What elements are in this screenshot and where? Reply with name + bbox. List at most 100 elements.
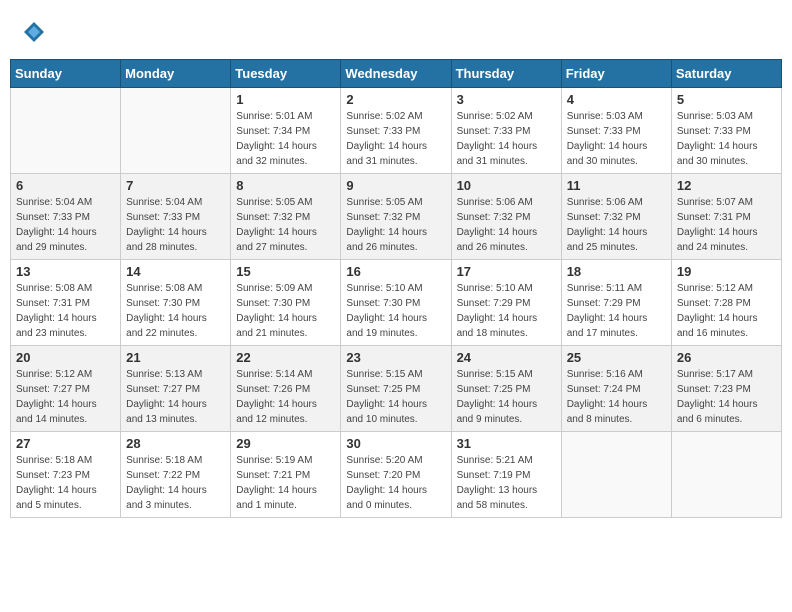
calendar-day-cell: 2 Sunrise: 5:02 AMSunset: 7:33 PMDaylight…: [341, 88, 451, 174]
calendar-day-cell: 4 Sunrise: 5:03 AMSunset: 7:33 PMDaylight…: [561, 88, 671, 174]
calendar-day-cell: 17 Sunrise: 5:10 AMSunset: 7:29 PMDayligh…: [451, 260, 561, 346]
day-info: Sunrise: 5:05 AMSunset: 7:32 PMDaylight:…: [346, 195, 445, 255]
day-info: Sunrise: 5:06 AMSunset: 7:32 PMDaylight:…: [457, 195, 556, 255]
day-info: Sunrise: 5:14 AMSunset: 7:26 PMDaylight:…: [236, 367, 335, 427]
day-info: Sunrise: 5:06 AMSunset: 7:32 PMDaylight:…: [567, 195, 666, 255]
day-info: Sunrise: 5:02 AMSunset: 7:33 PMDaylight:…: [457, 109, 556, 169]
day-number: 3: [457, 92, 556, 107]
weekday-header-wednesday: Wednesday: [341, 60, 451, 88]
calendar-day-cell: 18 Sunrise: 5:11 AMSunset: 7:29 PMDayligh…: [561, 260, 671, 346]
calendar-day-cell: 19 Sunrise: 5:12 AMSunset: 7:28 PMDayligh…: [671, 260, 781, 346]
calendar-day-cell: 21 Sunrise: 5:13 AMSunset: 7:27 PMDayligh…: [121, 346, 231, 432]
day-number: 15: [236, 264, 335, 279]
day-info: Sunrise: 5:08 AMSunset: 7:30 PMDaylight:…: [126, 281, 225, 341]
day-number: 18: [567, 264, 666, 279]
day-info: Sunrise: 5:07 AMSunset: 7:31 PMDaylight:…: [677, 195, 776, 255]
day-number: 20: [16, 350, 115, 365]
day-number: 31: [457, 436, 556, 451]
day-number: 4: [567, 92, 666, 107]
calendar-day-cell: 14Sunrise: 5:08 AMSunset: 7:30 PMDayligh…: [121, 260, 231, 346]
day-number: 19: [677, 264, 776, 279]
day-number: 22: [236, 350, 335, 365]
calendar-day-cell: 13 Sunrise: 5:08 AMSunset: 7:31 PMDayligh…: [11, 260, 121, 346]
logo-text: [20, 20, 46, 49]
day-number: 9: [346, 178, 445, 193]
day-info: Sunrise: 5:09 AMSunset: 7:30 PMDaylight:…: [236, 281, 335, 341]
day-number: 24: [457, 350, 556, 365]
weekday-header-thursday: Thursday: [451, 60, 561, 88]
day-info: Sunrise: 5:08 AMSunset: 7:31 PMDaylight:…: [16, 281, 115, 341]
calendar-day-cell: 23 Sunrise: 5:15 AMSunset: 7:25 PMDayligh…: [341, 346, 451, 432]
day-number: 28: [126, 436, 225, 451]
day-info: Sunrise: 5:19 AMSunset: 7:21 PMDaylight:…: [236, 453, 335, 513]
weekday-header-tuesday: Tuesday: [231, 60, 341, 88]
day-number: 17: [457, 264, 556, 279]
day-number: 12: [677, 178, 776, 193]
day-number: 13: [16, 264, 115, 279]
day-info: Sunrise: 5:12 AMSunset: 7:27 PMDaylight:…: [16, 367, 115, 427]
calendar-day-cell: [11, 88, 121, 174]
day-number: 27: [16, 436, 115, 451]
calendar-day-cell: 1 Sunrise: 5:01 AMSunset: 7:34 PMDaylight…: [231, 88, 341, 174]
logo: [20, 20, 46, 49]
day-number: 1: [236, 92, 335, 107]
calendar-week-row: 6 Sunrise: 5:04 AMSunset: 7:33 PMDaylight…: [11, 174, 782, 260]
calendar-day-cell: 20 Sunrise: 5:12 AMSunset: 7:27 PMDayligh…: [11, 346, 121, 432]
day-info: Sunrise: 5:18 AMSunset: 7:22 PMDaylight:…: [126, 453, 225, 513]
day-info: Sunrise: 5:10 AMSunset: 7:30 PMDaylight:…: [346, 281, 445, 341]
day-number: 23: [346, 350, 445, 365]
logo-icon: [22, 20, 46, 44]
day-info: Sunrise: 5:15 AMSunset: 7:25 PMDaylight:…: [346, 367, 445, 427]
day-info: Sunrise: 5:03 AMSunset: 7:33 PMDaylight:…: [567, 109, 666, 169]
calendar-day-cell: 6 Sunrise: 5:04 AMSunset: 7:33 PMDaylight…: [11, 174, 121, 260]
day-info: Sunrise: 5:17 AMSunset: 7:23 PMDaylight:…: [677, 367, 776, 427]
calendar-day-cell: 25 Sunrise: 5:16 AMSunset: 7:24 PMDayligh…: [561, 346, 671, 432]
day-number: 10: [457, 178, 556, 193]
calendar-day-cell: 5Sunrise: 5:03 AMSunset: 7:33 PMDaylight…: [671, 88, 781, 174]
day-info: Sunrise: 5:16 AMSunset: 7:24 PMDaylight:…: [567, 367, 666, 427]
calendar-day-cell: 22 Sunrise: 5:14 AMSunset: 7:26 PMDayligh…: [231, 346, 341, 432]
calendar-day-cell: 27Sunrise: 5:18 AMSunset: 7:23 PMDayligh…: [11, 432, 121, 518]
day-info: Sunrise: 5:02 AMSunset: 7:33 PMDaylight:…: [346, 109, 445, 169]
day-number: 21: [126, 350, 225, 365]
calendar-day-cell: 15 Sunrise: 5:09 AMSunset: 7:30 PMDayligh…: [231, 260, 341, 346]
calendar-day-cell: 24Sunrise: 5:15 AMSunset: 7:25 PMDayligh…: [451, 346, 561, 432]
day-number: 6: [16, 178, 115, 193]
day-info: Sunrise: 5:11 AMSunset: 7:29 PMDaylight:…: [567, 281, 666, 341]
day-info: Sunrise: 5:20 AMSunset: 7:20 PMDaylight:…: [346, 453, 445, 513]
day-info: Sunrise: 5:01 AMSunset: 7:34 PMDaylight:…: [236, 109, 335, 169]
calendar-day-cell: [121, 88, 231, 174]
day-number: 8: [236, 178, 335, 193]
calendar-day-cell: 11 Sunrise: 5:06 AMSunset: 7:32 PMDayligh…: [561, 174, 671, 260]
calendar-day-cell: 16 Sunrise: 5:10 AMSunset: 7:30 PMDayligh…: [341, 260, 451, 346]
day-info: Sunrise: 5:13 AMSunset: 7:27 PMDaylight:…: [126, 367, 225, 427]
day-info: Sunrise: 5:03 AMSunset: 7:33 PMDaylight:…: [677, 109, 776, 169]
calendar-day-cell: 7 Sunrise: 5:04 AMSunset: 7:33 PMDaylight…: [121, 174, 231, 260]
day-number: 11: [567, 178, 666, 193]
weekday-header-monday: Monday: [121, 60, 231, 88]
calendar-day-cell: 30 Sunrise: 5:20 AMSunset: 7:20 PMDayligh…: [341, 432, 451, 518]
day-number: 7: [126, 178, 225, 193]
weekday-header-saturday: Saturday: [671, 60, 781, 88]
day-number: 2: [346, 92, 445, 107]
day-number: 25: [567, 350, 666, 365]
calendar-week-row: 13 Sunrise: 5:08 AMSunset: 7:31 PMDayligh…: [11, 260, 782, 346]
day-info: Sunrise: 5:05 AMSunset: 7:32 PMDaylight:…: [236, 195, 335, 255]
calendar-day-cell: [561, 432, 671, 518]
calendar-day-cell: 3 Sunrise: 5:02 AMSunset: 7:33 PMDaylight…: [451, 88, 561, 174]
weekday-header-sunday: Sunday: [11, 60, 121, 88]
day-info: Sunrise: 5:12 AMSunset: 7:28 PMDaylight:…: [677, 281, 776, 341]
calendar-day-cell: 29 Sunrise: 5:19 AMSunset: 7:21 PMDayligh…: [231, 432, 341, 518]
day-info: Sunrise: 5:10 AMSunset: 7:29 PMDaylight:…: [457, 281, 556, 341]
day-number: 16: [346, 264, 445, 279]
weekday-header-row: SundayMondayTuesdayWednesdayThursdayFrid…: [11, 60, 782, 88]
calendar-week-row: 20 Sunrise: 5:12 AMSunset: 7:27 PMDayligh…: [11, 346, 782, 432]
calendar-day-cell: 28 Sunrise: 5:18 AMSunset: 7:22 PMDayligh…: [121, 432, 231, 518]
calendar-day-cell: 26Sunrise: 5:17 AMSunset: 7:23 PMDayligh…: [671, 346, 781, 432]
day-info: Sunrise: 5:04 AMSunset: 7:33 PMDaylight:…: [16, 195, 115, 255]
day-number: 29: [236, 436, 335, 451]
calendar-day-cell: [671, 432, 781, 518]
calendar-table: SundayMondayTuesdayWednesdayThursdayFrid…: [10, 59, 782, 518]
day-number: 30: [346, 436, 445, 451]
day-info: Sunrise: 5:04 AMSunset: 7:33 PMDaylight:…: [126, 195, 225, 255]
